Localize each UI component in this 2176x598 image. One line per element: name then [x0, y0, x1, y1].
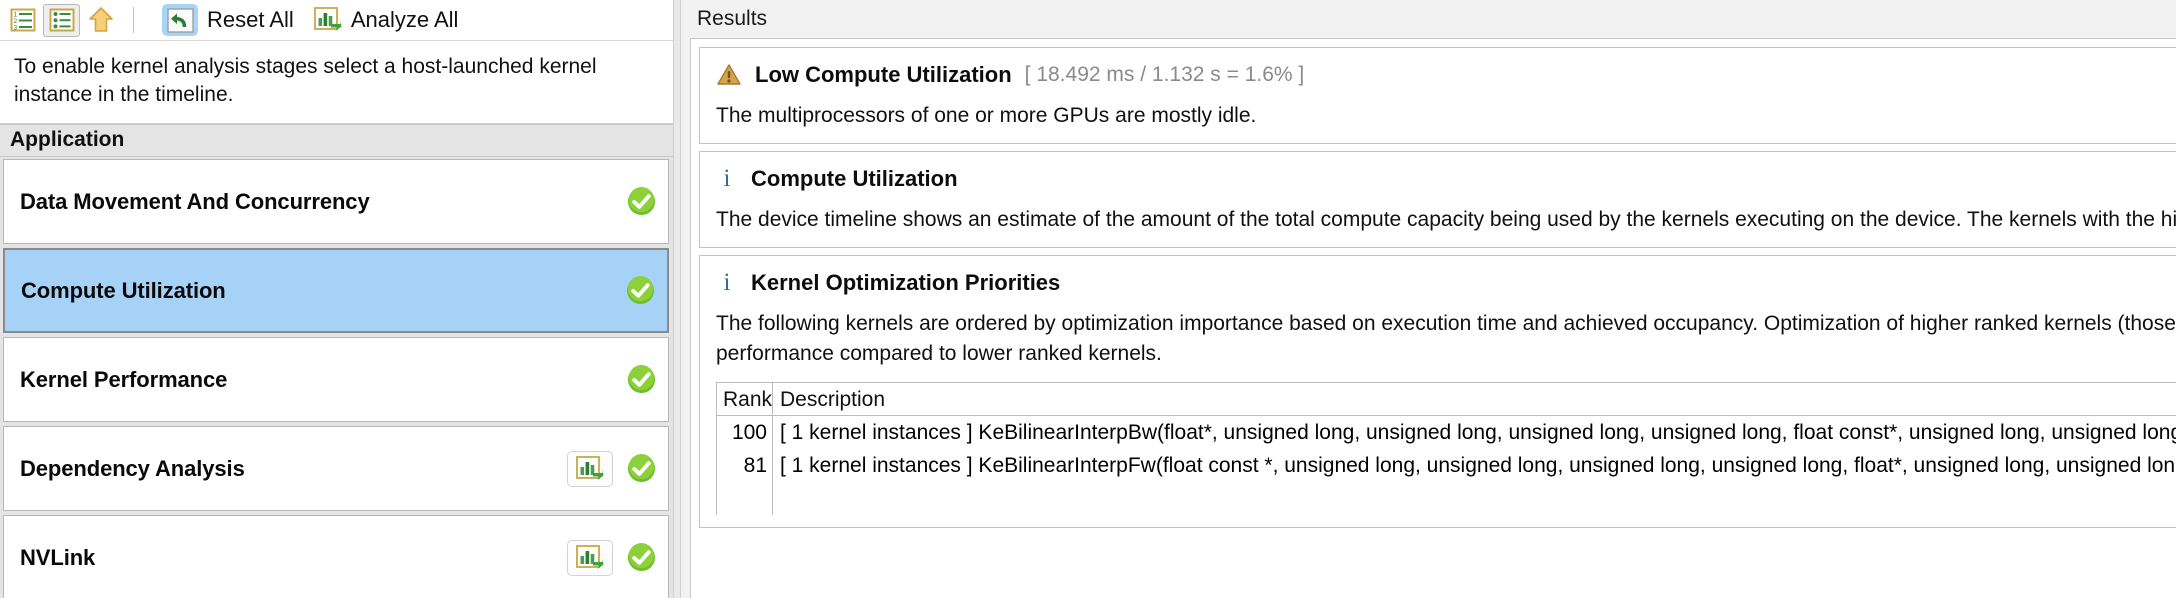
- stage-item-kernel-performance[interactable]: Kernel Performance: [3, 337, 669, 422]
- application-section-header: Application: [0, 124, 673, 157]
- stage-label: Dependency Analysis: [20, 455, 245, 481]
- nvvp-analysis-window: 1 2 3 Reset All Analyze All To enable ke…: [0, 0, 2176, 598]
- analyze-all-button[interactable]: Analyze All: [313, 7, 459, 33]
- stage-list: Data Movement And Concurrency Compute Ut…: [0, 157, 673, 598]
- card-header: i Kernel Optimization Priorities: [700, 266, 2176, 300]
- card-header: i Compute Utilization: [700, 162, 2176, 196]
- status-ok-icon: [627, 454, 656, 483]
- stage-item-nvlink[interactable]: NVLink: [3, 515, 669, 598]
- card-body: The device timeline shows an estimate of…: [716, 208, 2176, 231]
- run-analysis-button[interactable]: [567, 539, 613, 576]
- warning-icon: [717, 64, 741, 85]
- column-header-rank: Rank: [717, 383, 773, 415]
- stage-hint-text: To enable kernel analysis stages select …: [14, 55, 597, 106]
- stage-actions: [627, 187, 662, 216]
- table-row[interactable]: 100 [ 1 kernel instances ] KeBilinearInt…: [717, 416, 2176, 449]
- stage-actions: [567, 450, 662, 487]
- card-title: Low Compute Utilization: [755, 62, 1012, 87]
- run-analysis-button[interactable]: [567, 450, 613, 487]
- stage-label: Compute Utilization: [21, 277, 226, 303]
- stage-label: Kernel Performance: [20, 366, 228, 392]
- cell-rank: 81: [717, 449, 773, 482]
- bar-chart-run-icon: [576, 544, 604, 569]
- stage-hint-box: To enable kernel analysis stages select …: [0, 41, 673, 124]
- stage-actions: [626, 276, 661, 305]
- stage-item-compute-utilization[interactable]: Compute Utilization: [3, 248, 669, 333]
- bar-chart-run-icon: [576, 455, 604, 480]
- analysis-stages-pane: 1 2 3 Reset All Analyze All To enable ke…: [0, 0, 673, 598]
- stage-actions: [627, 365, 662, 394]
- stage-label: Data Movement And Concurrency: [20, 188, 370, 214]
- table-row-empty: [717, 482, 2176, 515]
- cell-description: [ 1 kernel instances ] KeBilinearInterpF…: [780, 454, 2176, 477]
- cell-description: [773, 482, 2176, 515]
- analysis-toolbar: 1 2 3 Reset All Analyze All: [0, 0, 673, 41]
- card-title: Compute Utilization: [751, 166, 958, 191]
- card-header: Low Compute Utilization [ 18.492 ms / 1.…: [700, 58, 2176, 92]
- result-card-kernel-optimization-priorities[interactable]: i Kernel Optimization Priorities The fol…: [699, 255, 2176, 528]
- stage-item-dependency-analysis[interactable]: Dependency Analysis: [3, 426, 669, 511]
- info-icon: i: [723, 165, 731, 192]
- column-header-description: Description: [780, 387, 886, 411]
- table-header-row: Rank Description: [717, 383, 2176, 416]
- bar-chart-run-icon: [313, 7, 342, 31]
- bulleted-list-icon: [49, 8, 74, 32]
- numbered-list-icon: 1 2 3: [10, 8, 35, 32]
- stage-item-data-movement-and-concurrency[interactable]: Data Movement And Concurrency: [3, 159, 669, 244]
- info-icon: i: [723, 269, 731, 296]
- status-ok-icon: [626, 276, 655, 305]
- results-pane: Results Low Compute Utilization [ 18.492…: [681, 0, 2176, 598]
- table-row[interactable]: 81 [ 1 kernel instances ] KeBilinearInte…: [717, 449, 2176, 482]
- stage-label: NVLink: [20, 544, 96, 570]
- card-metric: [ 18.492 ms / 1.132 s = 1.6% ]: [1024, 63, 1305, 86]
- analyze-all-label: Analyze All: [350, 7, 459, 32]
- cell-description: [ 1 kernel instances ] KeBilinearInterpB…: [780, 421, 2176, 444]
- svg-text:3: 3: [13, 25, 17, 32]
- cell-rank: 100: [717, 416, 773, 449]
- results-list: Low Compute Utilization [ 18.492 ms / 1.…: [690, 38, 2176, 598]
- analyze-all-icon-wrap: [313, 7, 342, 33]
- status-ok-icon: [627, 543, 656, 572]
- stage-actions: [567, 539, 662, 576]
- reset-all-button[interactable]: Reset All: [162, 4, 294, 36]
- undo-arrow-icon: [166, 7, 194, 33]
- pane-splitter[interactable]: [673, 0, 681, 598]
- cell-rank: [717, 482, 773, 515]
- kernel-priority-table: Rank Description 100 [ 1 kernel instance…: [716, 382, 2176, 515]
- toolbar-divider: [133, 7, 134, 33]
- up-arrow-icon: [88, 7, 113, 32]
- card-body: The following kernels are ordered by opt…: [716, 312, 2176, 365]
- reset-all-icon-bg: [162, 4, 198, 36]
- show-bulleted-list-button[interactable]: [43, 3, 80, 37]
- status-ok-icon: [627, 365, 656, 394]
- result-card-low-compute-utilization[interactable]: Low Compute Utilization [ 18.492 ms / 1.…: [699, 47, 2176, 144]
- move-up-button[interactable]: [82, 4, 119, 37]
- status-ok-icon: [627, 187, 656, 216]
- reset-all-label: Reset All: [207, 7, 294, 32]
- show-numbered-list-button[interactable]: 1 2 3: [4, 4, 41, 37]
- card-body: The multiprocessors of one or more GPUs …: [716, 104, 1257, 127]
- card-title: Kernel Optimization Priorities: [751, 270, 1061, 295]
- results-title: Results: [681, 0, 2176, 38]
- result-card-compute-utilization[interactable]: i Compute Utilization The device timelin…: [699, 151, 2176, 248]
- application-section-label: Application: [10, 128, 125, 151]
